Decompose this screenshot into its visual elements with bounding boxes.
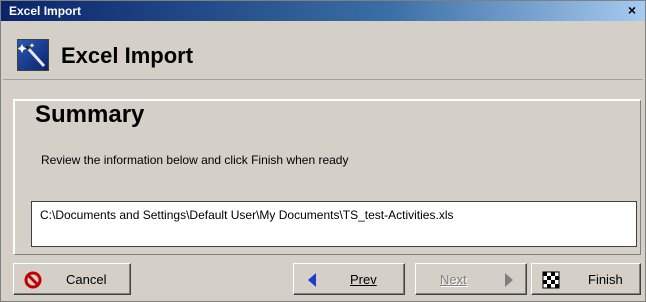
cancel-button[interactable]: Cancel: [13, 263, 131, 295]
header-title: Excel Import: [61, 43, 194, 68]
summary-title: Summary: [35, 101, 145, 128]
title-bar[interactable]: Excel Import ×: [1, 1, 645, 21]
excel-import-dialog: Excel Import × Excel Import Summary Revi…: [0, 0, 646, 302]
no-entry-icon: [24, 271, 42, 289]
prev-label: Prev: [350, 272, 377, 287]
next-label: Next: [440, 272, 467, 287]
file-path-field[interactable]: C:\Documents and Settings\Default User\M…: [31, 201, 637, 247]
summary-panel: Summary Review the information below and…: [13, 99, 641, 255]
window-title: Excel Import: [9, 4, 82, 18]
close-icon[interactable]: ×: [625, 2, 639, 18]
wizard-wand-icon: [17, 39, 49, 71]
finish-label: Finish: [588, 272, 623, 287]
left-arrow-icon: [304, 271, 322, 289]
instructions-text: Review the information below and click F…: [41, 153, 349, 167]
checkered-flag-icon: [542, 271, 560, 289]
prev-button[interactable]: Prev: [293, 263, 405, 295]
cancel-label: Cancel: [66, 272, 107, 287]
wizard-header: Excel Import: [3, 25, 643, 80]
finish-button[interactable]: Finish: [531, 263, 641, 295]
next-button[interactable]: Next: [415, 263, 527, 295]
right-arrow-icon: [500, 271, 518, 289]
